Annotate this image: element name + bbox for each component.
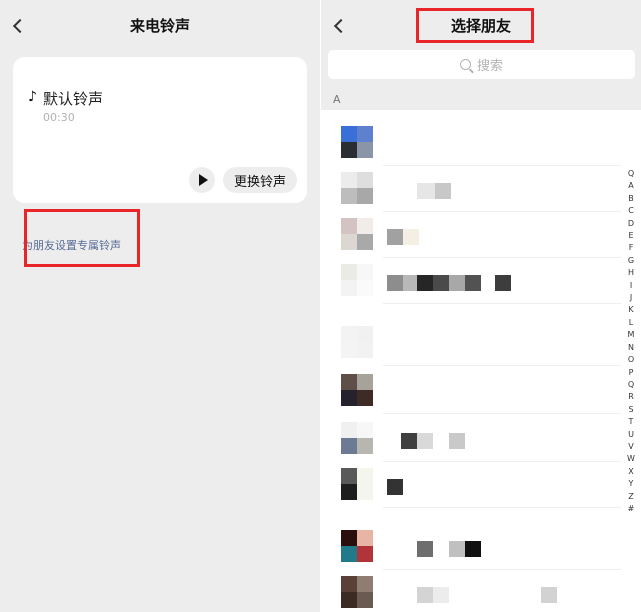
index-letter[interactable]: B: [628, 193, 634, 205]
blurred-text: [433, 587, 449, 603]
index-letter[interactable]: H: [628, 267, 634, 279]
search-input[interactable]: 搜索: [328, 50, 635, 79]
blurred-text: [417, 183, 435, 199]
index-letter[interactable]: R: [628, 391, 634, 403]
index-letter[interactable]: S: [628, 404, 633, 416]
blurred-text: [465, 275, 481, 291]
alphabet-index[interactable]: Q A B C D E F G H I J K L M N O P Q R S T U V W X Y Z #: [624, 168, 638, 515]
avatar: [341, 264, 373, 296]
list-item[interactable]: [321, 416, 621, 462]
avatar: [341, 576, 373, 608]
blurred-text: [401, 433, 417, 449]
index-letter[interactable]: T: [629, 416, 634, 428]
index-letter[interactable]: Q: [628, 379, 634, 391]
blurred-text: [417, 587, 433, 603]
page-title: 来电铃声: [129, 17, 190, 35]
index-letter[interactable]: V: [628, 441, 633, 453]
list-item[interactable]: [321, 462, 621, 508]
ringtone-settings-screen: 来电铃声 ♪ 默认铃声 00:30 更换铃声 为朋友设置专属铃声: [0, 0, 320, 612]
avatar: [341, 218, 373, 250]
blurred-text: [495, 275, 511, 291]
index-letter[interactable]: E: [628, 230, 633, 242]
search-icon: [459, 59, 471, 70]
index-letter[interactable]: P: [629, 367, 634, 379]
list-item[interactable]: [321, 212, 621, 258]
blurred-text: [387, 479, 403, 495]
index-letter[interactable]: F: [629, 242, 634, 254]
list-item[interactable]: [321, 524, 621, 570]
index-letter[interactable]: K: [628, 304, 633, 316]
index-letter[interactable]: L: [629, 317, 633, 329]
avatar: [341, 530, 373, 562]
avatar: [341, 172, 373, 204]
index-letter[interactable]: A: [628, 180, 633, 192]
nav-bar: 来电铃声: [0, 0, 320, 52]
index-letter[interactable]: X: [628, 466, 633, 478]
set-friend-ringtone-link[interactable]: 为朋友设置专属铃声: [22, 237, 121, 253]
blurred-text: [449, 541, 465, 557]
index-letter[interactable]: D: [628, 218, 634, 230]
index-letter[interactable]: U: [628, 429, 634, 441]
page-title: 选择朋友: [450, 17, 511, 35]
blurred-text: [417, 275, 433, 291]
ringtone-card: ♪ 默认铃声 00:30 更换铃声: [13, 57, 307, 203]
list-item[interactable]: [321, 570, 621, 612]
index-letter[interactable]: M: [628, 329, 635, 341]
blurred-text: [435, 183, 451, 199]
play-icon: [199, 174, 208, 186]
change-ringtone-button[interactable]: 更换铃声: [223, 167, 297, 193]
section-header-a: A: [333, 93, 341, 106]
index-letter[interactable]: G: [628, 255, 634, 267]
avatar: [341, 374, 373, 406]
index-letter[interactable]: J: [630, 292, 632, 304]
blurred-text: [403, 229, 419, 245]
index-letter[interactable]: Z: [628, 491, 633, 503]
index-letter[interactable]: Q: [628, 168, 634, 180]
music-note-icon: ♪: [28, 89, 37, 105]
index-letter[interactable]: W: [627, 453, 635, 465]
list-item[interactable]: [321, 258, 621, 304]
index-letter[interactable]: I: [630, 280, 632, 292]
index-letter[interactable]: Y: [629, 478, 634, 490]
index-letter[interactable]: C: [628, 205, 634, 217]
blurred-text: [541, 587, 557, 603]
list-item[interactable]: [321, 368, 621, 414]
blurred-text: [465, 541, 481, 557]
blurred-text: [417, 433, 433, 449]
blurred-text: [417, 541, 433, 557]
avatar: [341, 468, 373, 500]
index-letter[interactable]: O: [628, 354, 634, 366]
blurred-text: [387, 229, 403, 245]
row-divider: [383, 413, 621, 414]
row-divider: [383, 303, 621, 304]
index-letter[interactable]: N: [628, 342, 634, 354]
play-button[interactable]: [189, 167, 215, 193]
blurred-text: [433, 275, 449, 291]
blurred-text: [403, 275, 417, 291]
row-divider: [383, 507, 621, 508]
list-item[interactable]: [321, 166, 621, 212]
blurred-text: [449, 275, 465, 291]
avatar: [341, 326, 373, 358]
avatar: [341, 126, 373, 158]
index-letter[interactable]: #: [628, 503, 635, 515]
row-divider: [383, 365, 621, 366]
list-item[interactable]: [321, 120, 621, 166]
select-friend-screen: 选择朋友 搜索 A Q A B C D E F G H I J K L M N …: [321, 0, 641, 612]
ringtone-name: 默认铃声: [43, 90, 104, 108]
ringtone-duration: 00:30: [43, 111, 75, 124]
avatar: [341, 422, 373, 454]
list-item[interactable]: [321, 320, 621, 366]
blurred-text: [387, 275, 403, 291]
blurred-text: [449, 433, 465, 449]
search-placeholder: 搜索: [476, 59, 503, 74]
